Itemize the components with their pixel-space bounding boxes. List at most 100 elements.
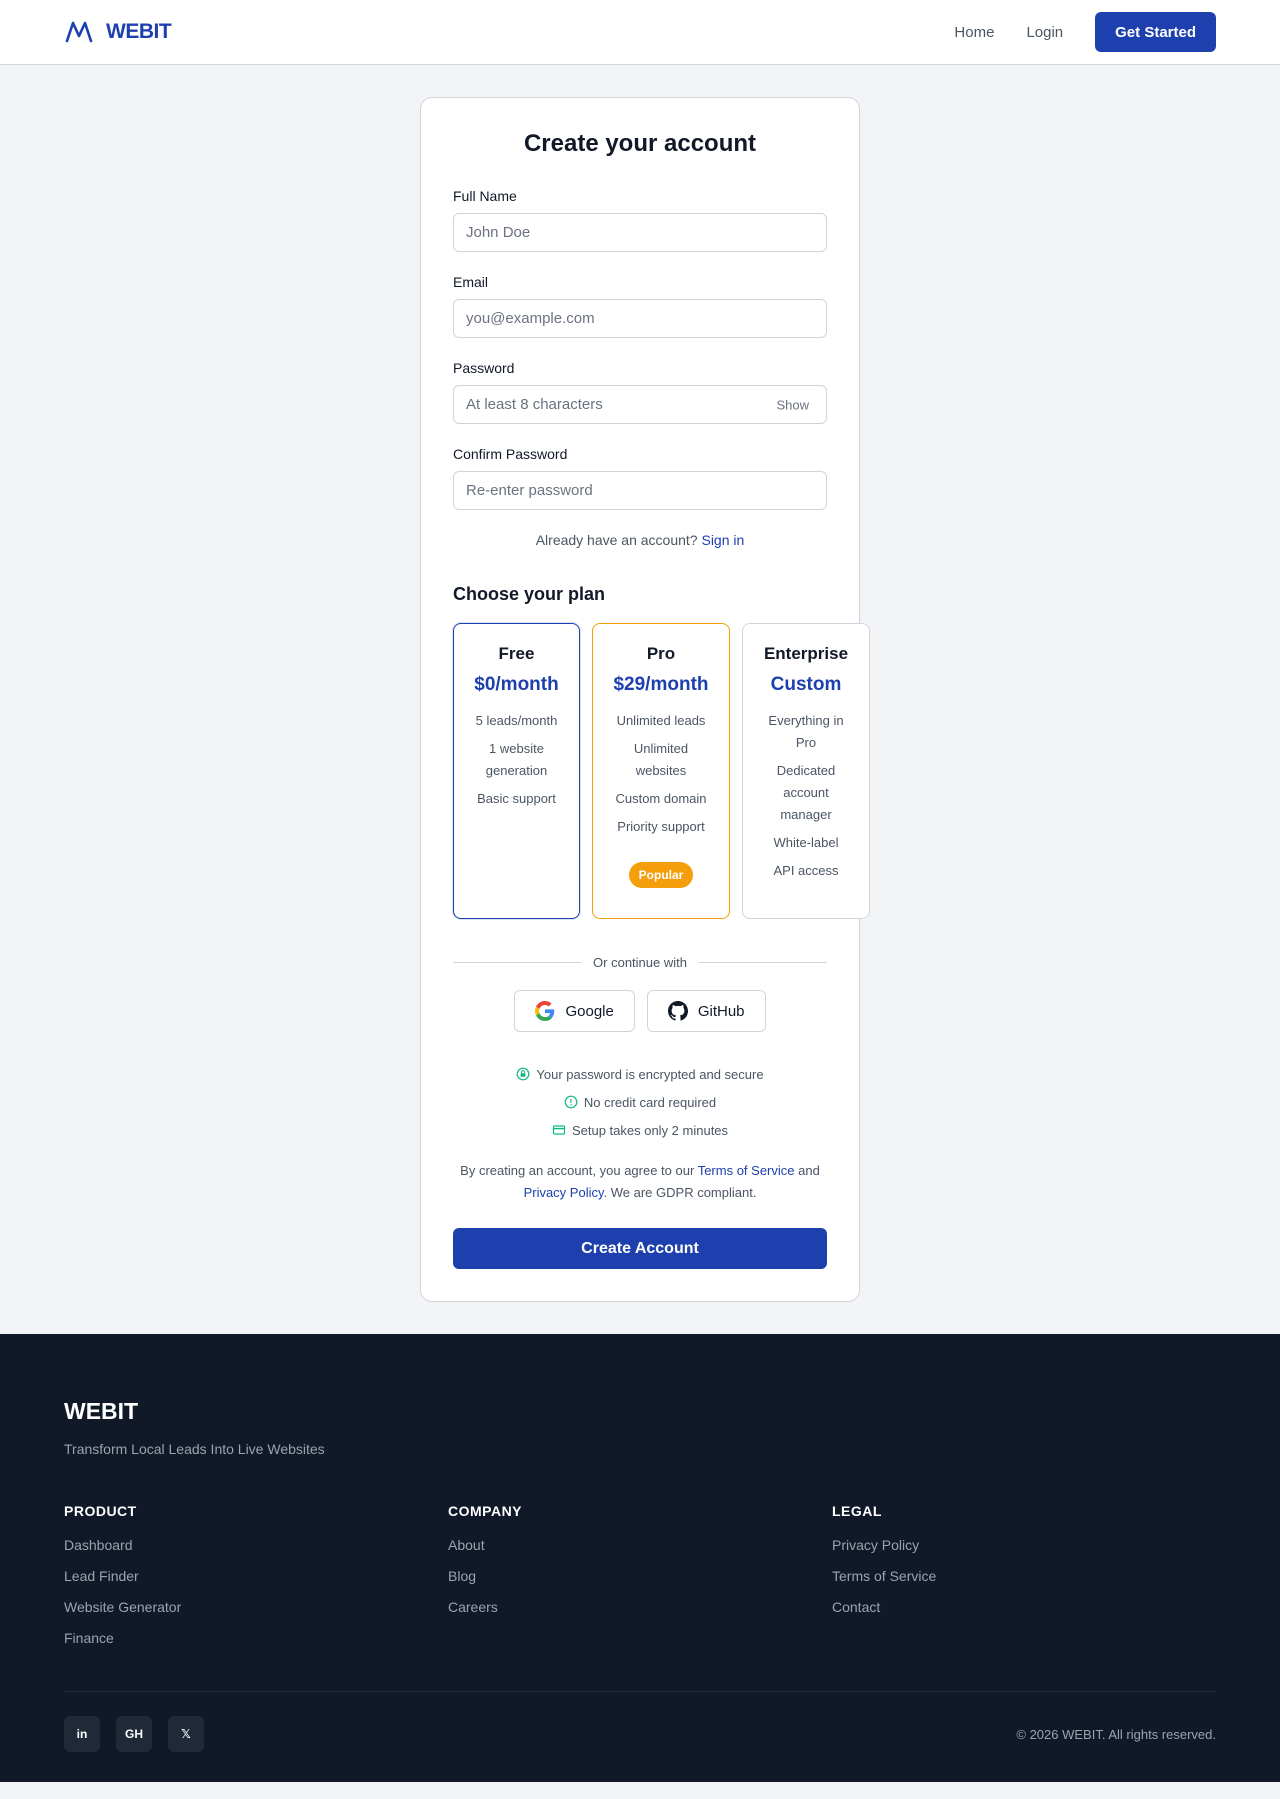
plan-feature: Basic support [477, 791, 556, 806]
plan-card-pro[interactable]: Pro $29/month Unlimited leads Unlimited … [592, 623, 730, 919]
signin-link[interactable]: Sign in [701, 532, 744, 548]
plan-feature: White-label [773, 835, 839, 850]
plan-options: Free $0/month 5 leads/month 1 website ge… [453, 623, 870, 919]
github-icon [667, 1001, 688, 1021]
plan-price: $0/month [474, 674, 559, 695]
divider-line [698, 962, 827, 963]
popular-badge: Popular [628, 862, 694, 888]
trust-text: Your password is encrypted and secure [536, 1066, 764, 1082]
site-footer: WEBIT Transform Local Leads Into Live We… [0, 1334, 1280, 1782]
social-login-row: Google GitHub [453, 990, 827, 1032]
privacy-link[interactable]: Privacy Policy [524, 1185, 604, 1200]
plan-card-free[interactable]: Free $0/month 5 leads/month 1 website ge… [453, 623, 580, 919]
footer-col-title: COMPANY [448, 1503, 523, 1519]
social-links: in GH 𝕏 [64, 1716, 204, 1752]
full-name-input[interactable] [453, 213, 827, 252]
plan-feature: Priority support [617, 819, 705, 834]
footer-link-privacy[interactable]: Privacy Policy [832, 1537, 1216, 1554]
plan-feature: Unlimited websites [633, 741, 689, 778]
copyright: © 2026 WEBIT. All rights reserved. [1016, 1726, 1216, 1742]
signin-prompt: Already have an account? Sign in [453, 532, 827, 548]
password-input[interactable] [453, 385, 827, 424]
get-started-button[interactable]: Get Started [1095, 12, 1216, 52]
brand-name: WEBIT [106, 20, 172, 43]
plan-feature: API access [773, 863, 839, 878]
footer-col-title: LEGAL [832, 1503, 882, 1519]
create-account-button[interactable]: Create Account [453, 1228, 827, 1269]
x-twitter-icon[interactable]: 𝕏 [168, 1716, 204, 1752]
footer-link-website-generator[interactable]: Website Generator [64, 1599, 448, 1616]
plan-feature: Unlimited leads [616, 713, 706, 728]
plan-heading: Choose your plan [453, 584, 606, 604]
divider-text: Or continue with [593, 955, 687, 970]
email-input[interactable] [453, 299, 827, 338]
plan-name: Free [498, 644, 535, 663]
main-nav: Home Login Get Started [954, 12, 1216, 52]
trust-list: Your password is encrypted and secure No… [453, 1060, 827, 1144]
page-title: Create your account [523, 130, 757, 157]
linkedin-icon[interactable]: in [64, 1716, 100, 1752]
footer-link-about[interactable]: About [448, 1537, 832, 1554]
email-label: Email [453, 274, 489, 290]
legal-consent: By creating an account, you agree to our… [453, 1160, 827, 1204]
google-icon [535, 1001, 555, 1021]
footer-columns: PRODUCT Dashboard Lead Finder Website Ge… [64, 1503, 1216, 1661]
trust-text: Setup takes only 2 minutes [571, 1122, 729, 1138]
card-icon [552, 1125, 566, 1135]
confirm-password-input[interactable] [453, 471, 827, 510]
github-login-button[interactable]: GitHub [646, 990, 766, 1032]
footer-link-dashboard[interactable]: Dashboard [64, 1537, 448, 1554]
footer-tagline: Transform Local Leads Into Live Websites [64, 1441, 325, 1457]
password-label: Password [453, 360, 515, 376]
github-label: GitHub [697, 1002, 745, 1020]
footer-link-contact[interactable]: Contact [832, 1599, 1216, 1616]
password-input-wrap: Show [453, 385, 827, 424]
info-icon [564, 1095, 578, 1109]
footer-link-blog[interactable]: Blog [448, 1568, 832, 1585]
show-password-button[interactable]: Show [776, 397, 809, 412]
nav-home-link[interactable]: Home [954, 24, 994, 41]
nav-login-link[interactable]: Login [1026, 24, 1063, 41]
lock-icon [517, 1067, 530, 1081]
signup-card: Create your account Full Name Email Pass… [420, 97, 870, 1302]
brand-logo[interactable]: WEBIT [64, 20, 172, 44]
webit-logo-icon [65, 21, 93, 43]
trust-item: No credit card required [453, 1088, 827, 1116]
footer-bottom: in GH 𝕏 © 2026 WEBIT. All rights reserve… [64, 1691, 1216, 1752]
plan-feature: Custom domain [615, 791, 707, 806]
footer-link-careers[interactable]: Careers [448, 1599, 832, 1616]
footer-link-terms[interactable]: Terms of Service [832, 1568, 1216, 1585]
divider-line [453, 962, 582, 963]
full-name-label: Full Name [453, 188, 517, 204]
confirm-password-label: Confirm Password [453, 446, 568, 462]
footer-link-lead-finder[interactable]: Lead Finder [64, 1568, 448, 1585]
plan-price: $29/month [613, 674, 709, 695]
plan-feature: Dedicated account manager [776, 763, 836, 822]
footer-col-legal: LEGAL Privacy Policy Terms of Service Co… [832, 1503, 1216, 1661]
email-field-group: Email [453, 274, 827, 338]
password-field-group: Password Show [453, 360, 827, 424]
main-content: Create your account Full Name Email Pass… [0, 65, 1280, 1334]
footer-link-finance[interactable]: Finance [64, 1630, 448, 1647]
trust-item: Setup takes only 2 minutes [453, 1116, 827, 1144]
plan-name: Pro [646, 644, 676, 663]
social-divider: Or continue with [453, 955, 827, 970]
terms-link[interactable]: Terms of Service [698, 1163, 795, 1178]
site-header: WEBIT Home Login Get Started [0, 0, 1280, 65]
github-link-icon[interactable]: GH [116, 1716, 152, 1752]
confirm-password-field-group: Confirm Password [453, 446, 827, 510]
plan-feature: 5 leads/month [475, 713, 558, 728]
plan-card-enterprise[interactable]: Enterprise Custom Everything in Pro Dedi… [742, 623, 870, 919]
signin-prompt-text: Already have an account? [535, 532, 698, 548]
legal-prefix: By creating an account, you agree to our [460, 1163, 695, 1178]
plan-feature: Everything in Pro [768, 713, 844, 750]
plan-feature: 1 website generation [485, 741, 548, 778]
trust-item: Your password is encrypted and secure [453, 1060, 827, 1088]
footer-brand: WEBIT [64, 1398, 139, 1424]
footer-col-product: PRODUCT Dashboard Lead Finder Website Ge… [64, 1503, 448, 1661]
trust-text: No credit card required [583, 1094, 717, 1110]
google-login-button[interactable]: Google [514, 990, 635, 1032]
legal-and: and [798, 1163, 820, 1178]
footer-col-title: PRODUCT [64, 1503, 137, 1519]
plan-name: Enterprise [763, 644, 849, 663]
